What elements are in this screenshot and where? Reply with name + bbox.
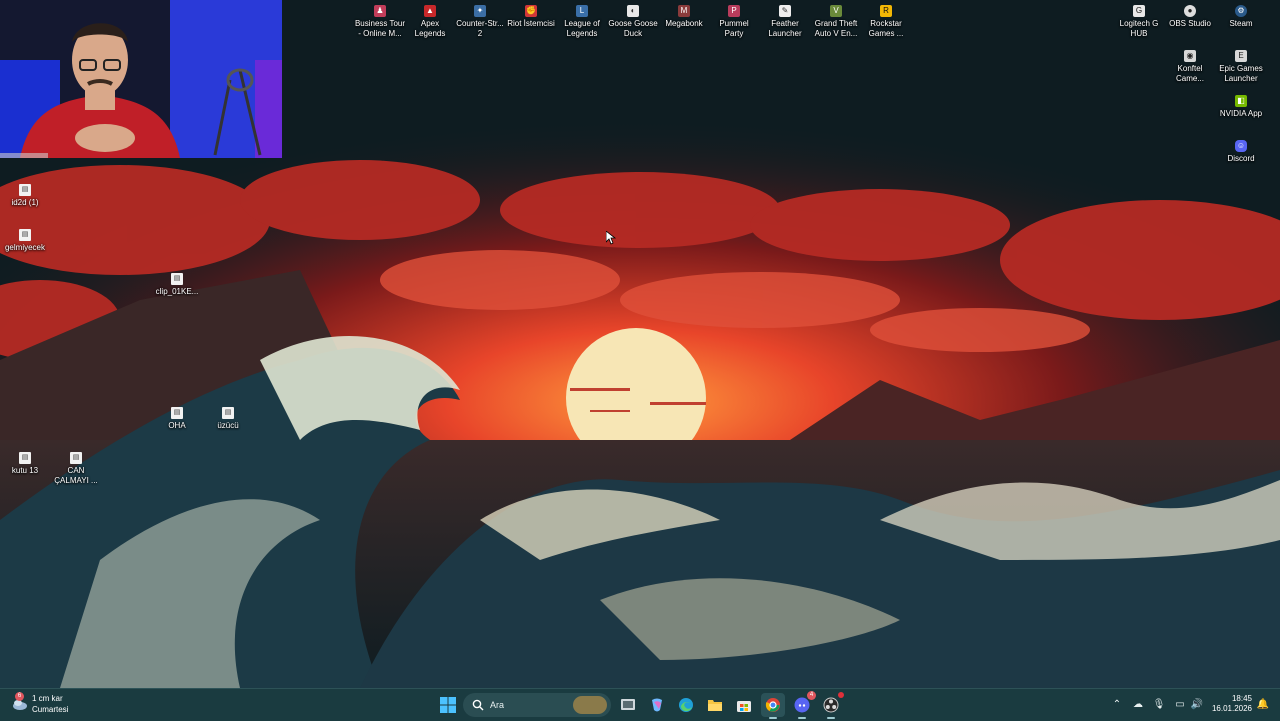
weather-temp: 1 cm kar — [32, 694, 63, 703]
obs-studio-icon: ● — [1184, 5, 1196, 17]
file-icon: ▤ — [19, 184, 31, 196]
chrome-icon — [765, 698, 780, 712]
store-button[interactable] — [732, 693, 756, 717]
folder-icon — [708, 700, 722, 711]
shortcut-epic-games[interactable]: E Epic Games Launcher — [1214, 50, 1268, 84]
edge-icon — [679, 698, 693, 712]
discord-badge: 4 — [807, 691, 816, 700]
nvidia-app-icon: ◧ — [1235, 95, 1247, 107]
shortcut-pummel-party[interactable]: P Pummel Party — [707, 5, 761, 39]
weather-icon: 6 — [12, 692, 28, 712]
shortcut-gta-v[interactable]: V Grand Theft Auto V En... — [809, 5, 863, 39]
steam-icon: ⚙ — [1235, 5, 1247, 17]
shortcut-logitech-g-hub[interactable]: G Logitech G HUB — [1112, 5, 1166, 39]
counter-strike-icon: ✦ — [474, 5, 486, 17]
file-uzucu[interactable]: ▤ üzücü — [201, 407, 255, 431]
chrome-button[interactable] — [761, 693, 785, 719]
notification-bell-icon[interactable]: 🔔 — [1256, 698, 1270, 712]
mouse-cursor-icon — [606, 231, 616, 245]
file-icon: ▤ — [171, 407, 183, 419]
file-kutu-13[interactable]: ▤ kutu 13 — [0, 452, 52, 476]
shortcut-counter-strike[interactable]: ✦ Counter-Str... 2 — [453, 5, 507, 39]
business-tour-icon: ♟ — [374, 5, 386, 17]
network-icon[interactable]: ▭ — [1173, 698, 1187, 712]
feather-launcher-icon: ✎ — [779, 5, 791, 17]
file-icon: ▤ — [19, 229, 31, 241]
file-icon: ▤ — [70, 452, 82, 464]
shortcut-konftel-camera[interactable]: ◉ Konftel Came... — [1163, 50, 1217, 84]
weather-day: Cumartesi — [32, 705, 69, 714]
apex-legends-icon: ▲ — [424, 5, 436, 17]
task-view-button[interactable] — [616, 693, 640, 717]
file-can-calmayi[interactable]: ▤ CAN ÇALMAYI ... — [49, 452, 103, 486]
clock-time: 18:45 — [1231, 694, 1252, 703]
file-icon: ▤ — [222, 407, 234, 419]
shortcut-business-tour[interactable]: ♟ Business Tour - Online M... — [353, 5, 407, 39]
windows-icon — [440, 697, 456, 713]
league-of-legends-icon: L — [576, 5, 588, 17]
discord-icon — [794, 697, 810, 713]
shortcut-goose-goose-duck[interactable]: ◐ Goose Goose Duck — [606, 5, 660, 39]
taskbar: 6 1 cm kar Cumartesi Ara 4 ⌃ ☁ 🎙 ▭ 🔊 18:… — [0, 688, 1280, 721]
file-icon: ▤ — [171, 273, 183, 285]
copilot-button[interactable] — [645, 693, 669, 717]
file-gelmiyecek[interactable]: ▤ gelmiyecek — [0, 229, 52, 253]
task-view-icon — [621, 699, 635, 710]
clock[interactable]: 18:45 16.01.2026 — [1212, 694, 1252, 714]
desktop[interactable]: ♟ Business Tour - Online M... ▲ Apex Leg… — [0, 0, 1280, 688]
shortcut-steam[interactable]: ⚙ Steam — [1214, 5, 1268, 29]
discord-icon: ☺ — [1235, 140, 1247, 152]
webcam-overlay — [0, 0, 282, 158]
shortcut-feather-launcher[interactable]: ✎ Feather Launcher — [758, 5, 812, 39]
start-button[interactable] — [436, 693, 460, 717]
search-placeholder: Ara — [490, 700, 505, 710]
shortcut-megabonk[interactable]: M Megabonk — [657, 5, 711, 29]
search-highlight-icon — [573, 696, 607, 714]
shortcut-riot-client[interactable]: ✊ Riot İstemcisi — [504, 5, 558, 29]
obs-recording-dot — [838, 692, 844, 698]
konftel-camera-icon: ◉ — [1184, 50, 1196, 62]
logitech-g-hub-icon: G — [1133, 5, 1145, 17]
edge-button[interactable] — [674, 693, 698, 717]
megabonk-icon: M — [678, 5, 690, 17]
microphone-icon[interactable]: 🎙 — [1152, 698, 1166, 712]
discord-button[interactable]: 4 — [790, 691, 816, 719]
store-icon — [737, 701, 751, 712]
obs-button[interactable] — [819, 692, 844, 719]
shortcut-nvidia-app[interactable]: ◧ NVIDIA App — [1214, 95, 1268, 119]
weather-badge: 6 — [15, 692, 24, 701]
file-id2d[interactable]: ▤ id2d (1) — [0, 184, 52, 208]
epic-games-icon: E — [1235, 50, 1247, 62]
obs-icon — [823, 697, 839, 713]
clock-date: 16.01.2026 — [1211, 704, 1252, 713]
taskbar-search[interactable]: Ara — [463, 693, 611, 717]
shortcut-league-of-legends[interactable]: L League of Legends — [555, 5, 609, 39]
shortcut-obs-studio[interactable]: ● OBS Studio — [1163, 5, 1217, 29]
file-explorer-button[interactable] — [703, 693, 727, 717]
goose-goose-duck-icon: ◐ — [627, 5, 639, 17]
copilot-icon — [652, 698, 662, 712]
search-icon — [472, 699, 484, 711]
shortcut-discord[interactable]: ☺ Discord — [1214, 140, 1268, 164]
file-oha[interactable]: ▤ OHA — [150, 407, 204, 431]
gta-v-icon: V — [830, 5, 842, 17]
shortcut-rockstar-games[interactable]: R Rockstar Games ... — [859, 5, 913, 39]
riot-client-icon: ✊ — [525, 5, 537, 17]
chevron-up-icon[interactable]: ⌃ — [1110, 698, 1124, 712]
weather-widget[interactable]: 6 1 cm kar Cumartesi — [12, 692, 69, 715]
file-clip[interactable]: ▤ clip_01KE... — [150, 273, 204, 297]
onedrive-icon[interactable]: ☁ — [1131, 698, 1145, 712]
shortcut-apex-legends[interactable]: ▲ Apex Legends — [403, 5, 457, 39]
file-icon: ▤ — [19, 452, 31, 464]
rockstar-games-icon: R — [880, 5, 892, 17]
volume-icon[interactable]: 🔊 — [1190, 698, 1204, 712]
pummel-party-icon: P — [728, 5, 740, 17]
